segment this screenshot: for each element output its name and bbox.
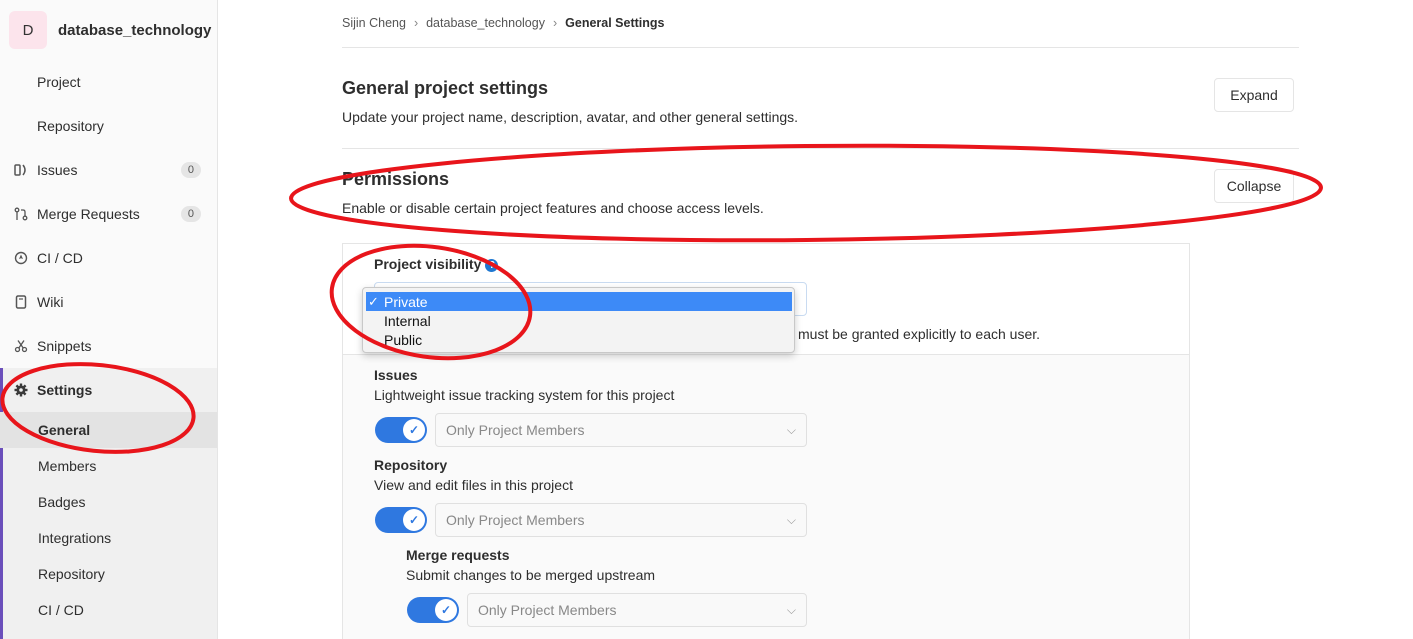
project-visibility-label-text: Project visibility xyxy=(374,256,482,272)
issues-icon xyxy=(13,162,29,178)
issues-count-badge: 0 xyxy=(180,162,201,178)
sidebar: D database_technology Project Repository… xyxy=(0,0,218,639)
question-icon[interactable]: ? xyxy=(485,259,499,272)
repository-label: Repository xyxy=(374,457,448,473)
project-header[interactable]: D database_technology xyxy=(9,11,211,49)
avatar: D xyxy=(9,11,47,49)
sidebar-item-merge-requests[interactable]: Merge Requests 0 xyxy=(0,196,217,232)
sidebar-item-project[interactable]: Project xyxy=(0,64,217,100)
project-visibility-label: Project visibility? xyxy=(374,256,499,272)
repository-toggle[interactable]: ✓ xyxy=(375,507,427,533)
repository-access-select[interactable]: Only Project Members ⌵ xyxy=(435,503,807,537)
collapse-button[interactable]: Collapse xyxy=(1214,169,1294,203)
settings-sub-general[interactable]: General xyxy=(0,412,217,448)
settings-sub-integrations[interactable]: Integrations xyxy=(0,520,217,556)
merge-request-icon xyxy=(13,206,29,222)
issues-help: Lightweight issue tracking system for th… xyxy=(374,387,675,403)
merge-requests-access-value: Only Project Members xyxy=(478,602,617,618)
divider xyxy=(342,47,1299,48)
chevron-down-icon: ⌵ xyxy=(786,603,796,617)
sidebar-item-snippets[interactable]: Snippets xyxy=(0,328,217,364)
breadcrumb-current[interactable]: General Settings xyxy=(565,16,664,30)
issues-access-select[interactable]: Only Project Members ⌵ xyxy=(435,413,807,447)
chevron-right-icon: › xyxy=(413,16,419,30)
visibility-option-label: Internal xyxy=(384,312,431,329)
scissors-icon xyxy=(13,338,29,354)
sidebar-item-label: Wiki xyxy=(37,294,64,310)
book-icon xyxy=(13,294,29,310)
settings-sub-members[interactable]: Members xyxy=(0,448,217,484)
breadcrumb-user[interactable]: Sijin Cheng xyxy=(342,16,406,30)
settings-sub-badges[interactable]: Badges xyxy=(0,484,217,520)
visibility-option-label: Private xyxy=(384,293,428,310)
sidebar-item-label: Settings xyxy=(37,382,93,398)
expand-button[interactable]: Expand xyxy=(1214,78,1294,112)
settings-sub-ci-cd[interactable]: CI / CD xyxy=(0,592,217,628)
sidebar-item-wiki[interactable]: Wiki xyxy=(0,284,217,320)
sidebar-item-label: Merge Requests xyxy=(37,206,140,222)
chevron-down-icon: ⌵ xyxy=(786,423,796,437)
sidebar-item-label: Repository xyxy=(37,118,104,134)
visibility-option-public[interactable]: Public xyxy=(366,330,792,349)
sidebar-item-ci-cd[interactable]: CI / CD xyxy=(0,240,217,276)
general-settings-title: General project settings xyxy=(342,78,549,98)
permissions-title: Permissions xyxy=(342,169,450,189)
merge-requests-access-select[interactable]: Only Project Members ⌵ xyxy=(467,593,807,627)
chevron-down-icon: ⌵ xyxy=(786,513,796,527)
visibility-option-private[interactable]: ✓ Private xyxy=(366,292,792,311)
sidebar-item-repository[interactable]: Repository xyxy=(0,108,217,144)
chevron-right-icon: › xyxy=(552,16,558,30)
settings-sub-label: Members xyxy=(38,458,97,474)
sidebar-item-label: CI / CD xyxy=(37,250,83,266)
settings-sub-label: General xyxy=(38,422,91,438)
visibility-option-label: Public xyxy=(384,331,423,348)
permissions-highlight-ellipse xyxy=(289,143,1323,243)
sidebar-item-label: Project xyxy=(37,74,81,90)
rocket-icon xyxy=(13,250,29,266)
check-icon: ✓ xyxy=(403,419,425,441)
divider xyxy=(342,148,1299,149)
settings-sub-repository[interactable]: Repository xyxy=(0,556,217,592)
merge-requests-label: Merge requests xyxy=(406,547,510,563)
checkmark-icon: ✓ xyxy=(368,293,379,309)
issues-label: Issues xyxy=(374,367,418,383)
settings-sub-label: Repository xyxy=(38,566,105,582)
sidebar-item-label: Snippets xyxy=(37,338,92,354)
visibility-option-internal[interactable]: Internal xyxy=(366,311,792,330)
settings-sub-label: Badges xyxy=(38,494,86,510)
permissions-description: Enable or disable certain project featur… xyxy=(342,200,764,216)
breadcrumb-project[interactable]: database_technology xyxy=(426,16,545,30)
sidebar-item-issues[interactable]: Issues 0 xyxy=(0,152,217,188)
project-name[interactable]: database_technology xyxy=(58,22,211,39)
settings-sub-label: CI / CD xyxy=(38,602,84,618)
repository-access-value: Only Project Members xyxy=(446,512,585,528)
check-icon: ✓ xyxy=(435,599,457,621)
merge-requests-help: Submit changes to be merged upstream xyxy=(406,567,656,583)
general-settings-description: Update your project name, description, a… xyxy=(342,109,799,125)
visibility-dropdown-menu[interactable]: ✓ Private Internal Public xyxy=(362,287,795,353)
breadcrumb: Sijin Cheng › database_technology › Gene… xyxy=(342,16,664,30)
check-icon: ✓ xyxy=(403,509,425,531)
repository-help: View and edit files in this project xyxy=(374,477,573,493)
visibility-help-text: must be granted explicitly to each user. xyxy=(798,326,1041,342)
issues-access-value: Only Project Members xyxy=(446,422,585,438)
settings-sub-label: Integrations xyxy=(38,530,112,546)
merge-requests-toggle[interactable]: ✓ xyxy=(407,597,459,623)
merge-requests-count-badge: 0 xyxy=(180,206,201,222)
sidebar-item-settings[interactable]: Settings xyxy=(0,372,217,408)
sidebar-item-label: Issues xyxy=(37,162,78,178)
issues-toggle[interactable]: ✓ xyxy=(375,417,427,443)
gear-icon xyxy=(13,382,29,398)
